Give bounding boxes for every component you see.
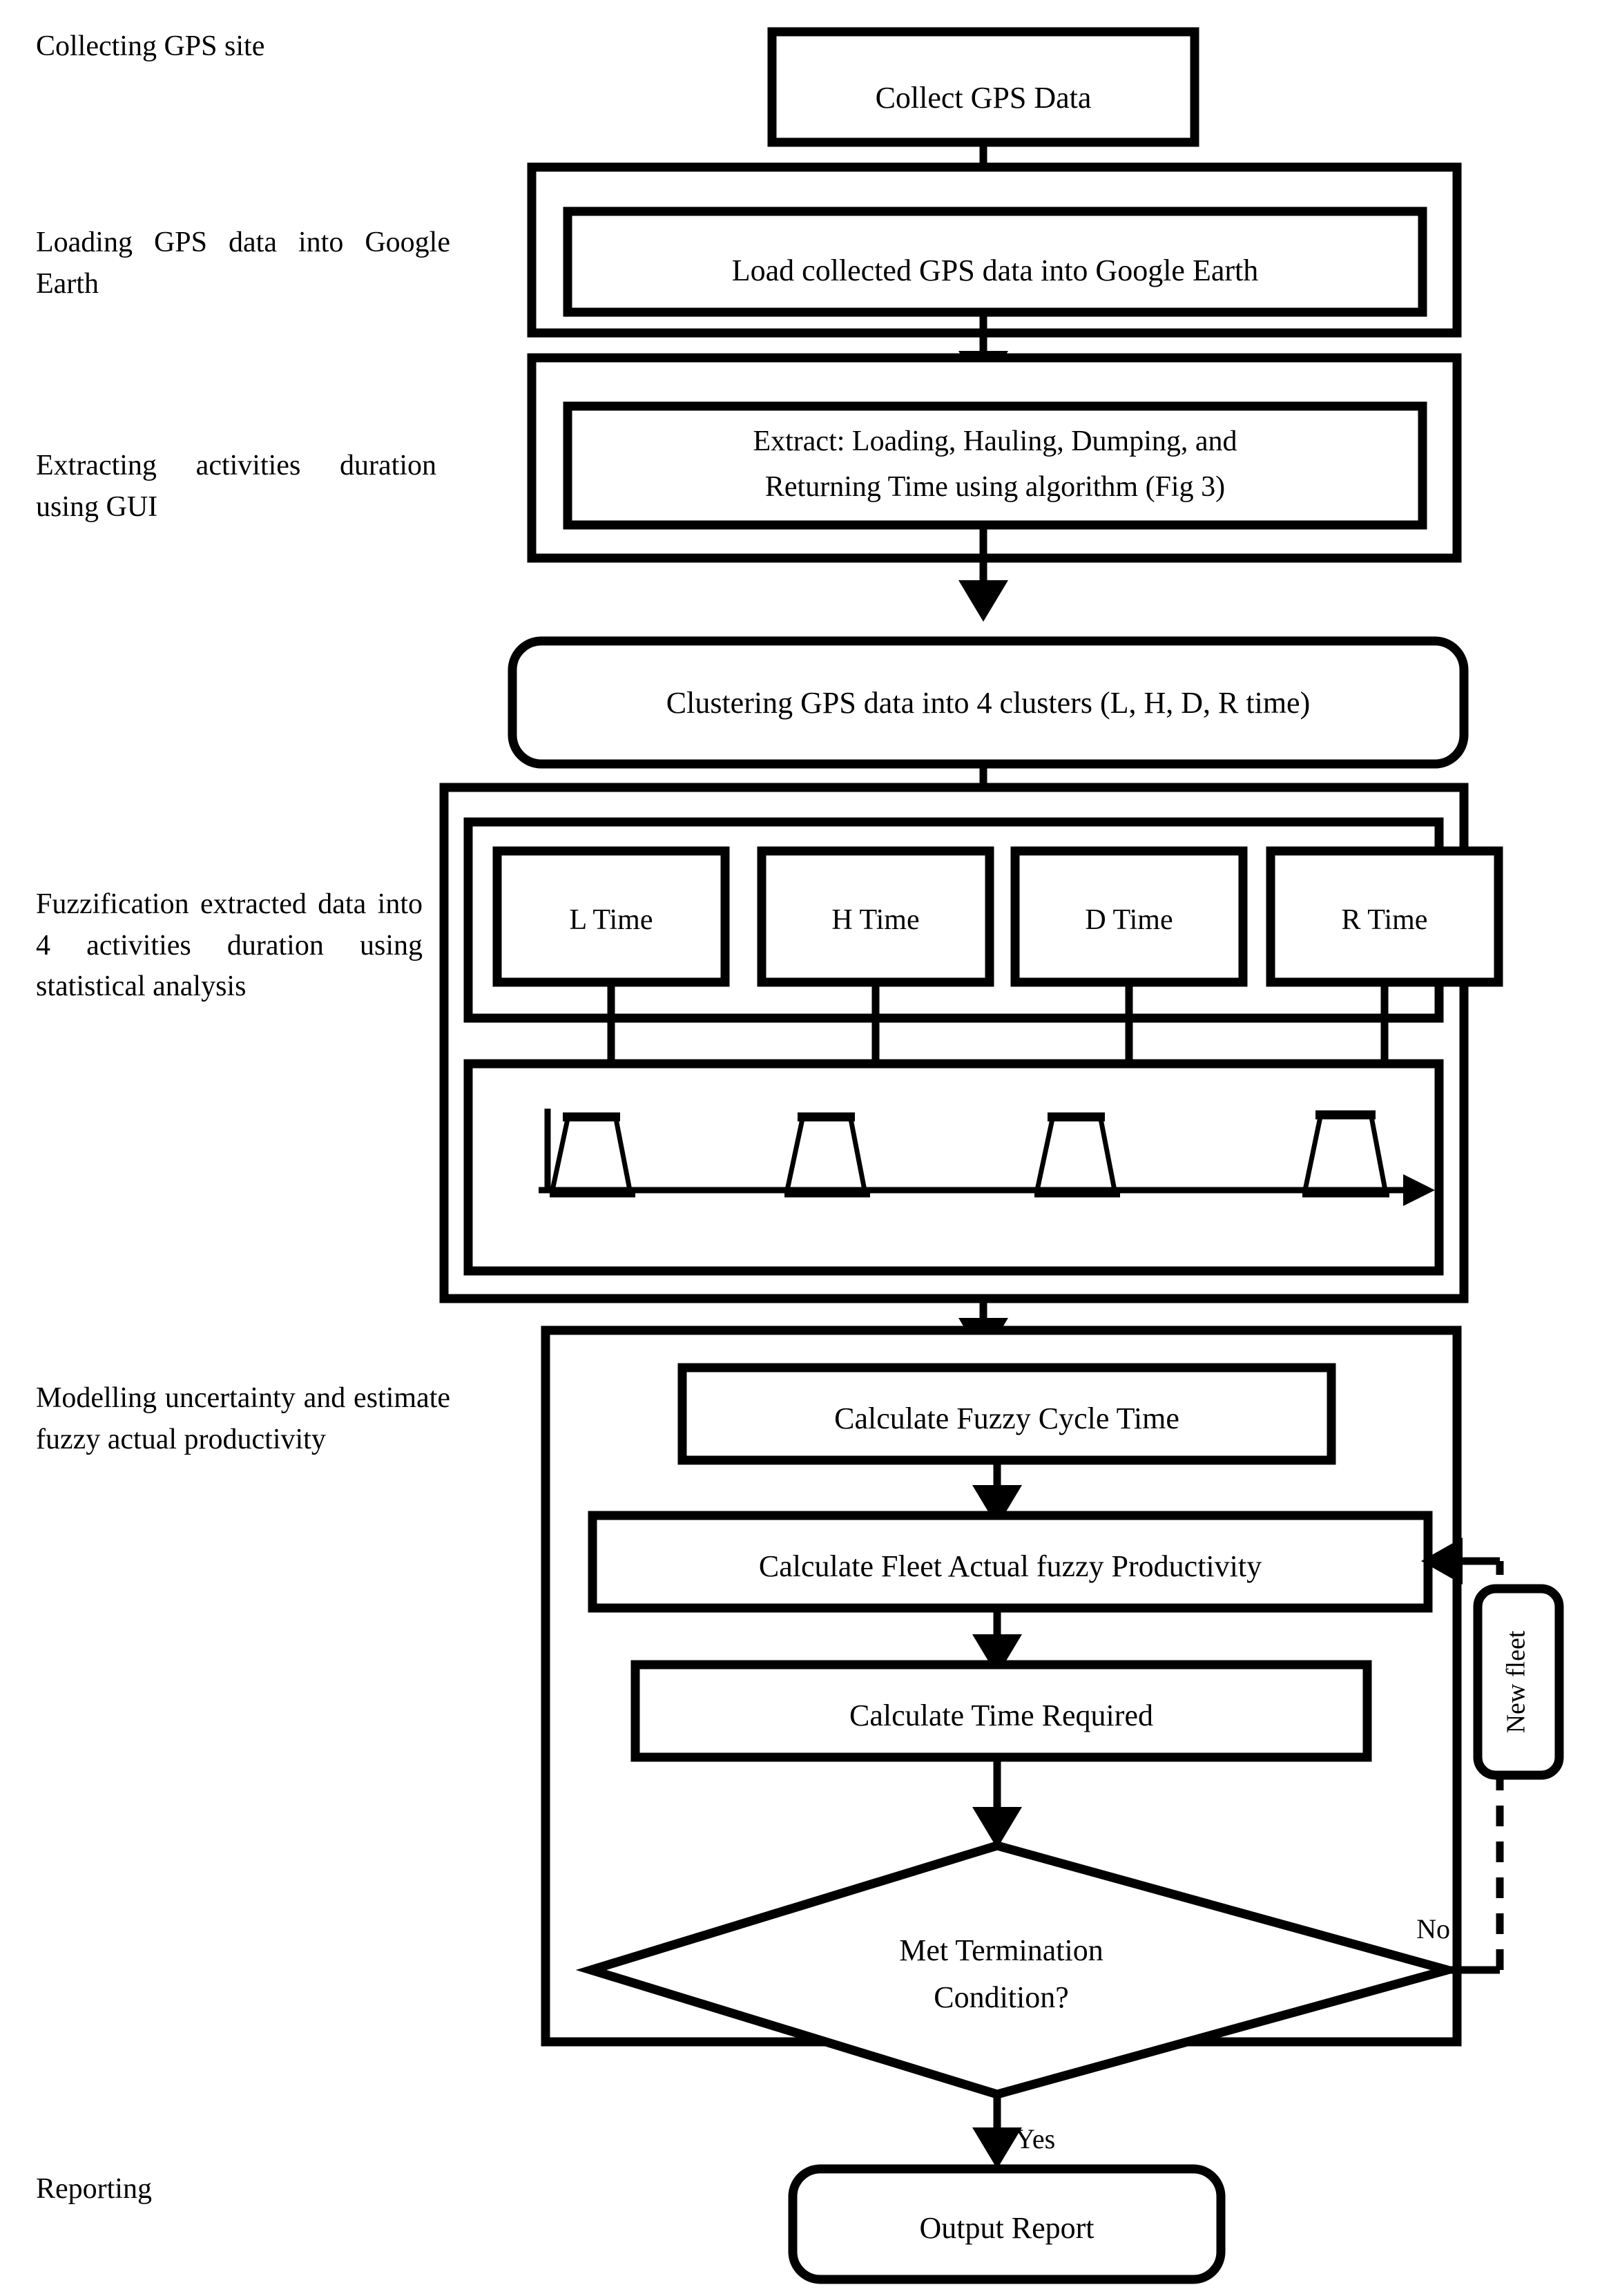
edge-label-yes: Yes [1015,2123,1055,2154]
edge-label-no: No [1416,1913,1450,1944]
node-met-termination-line1: Met Termination [899,1933,1103,1967]
node-collect-gps-data-label: Collect GPS Data [876,81,1092,115]
arrowhead-extract-to-clustering [958,580,1008,622]
node-extract-times-line1: Extract: Loading, Hauling, Dumping, and [753,425,1237,457]
node-d-time-label: D Time [1085,904,1173,936]
node-l-time-label: L Time [570,904,653,936]
node-calc-time-required-label: Calculate Time Required [849,1699,1153,1732]
node-met-termination-line2: Condition? [934,1980,1069,2014]
node-new-fleet-label: New fleet [1502,1630,1531,1733]
node-h-time-label: H Time [831,904,919,936]
node-output-report-label: Output Report [920,2211,1095,2245]
node-load-into-google-earth-label: Load collected GPS data into Google Eart… [732,253,1258,287]
node-r-time-label: R Time [1342,904,1428,936]
node-calc-fleet-productivity-label: Calculate Fleet Actual fuzzy Productivit… [759,1549,1262,1583]
node-extract-times-line2: Returning Time using algorithm (Fig 3) [765,471,1225,503]
flowchart-canvas: Collect GPS Data Load collected GPS data… [439,27,1564,2284]
container-membership-plot [463,1059,1444,1276]
node-clustering-label: Clustering GPS data into 4 clusters (L, … [666,686,1310,720]
node-extract-times-shape [563,401,1427,530]
node-calc-fuzzy-cycle-time-label: Calculate Fuzzy Cycle Time [834,1401,1179,1435]
